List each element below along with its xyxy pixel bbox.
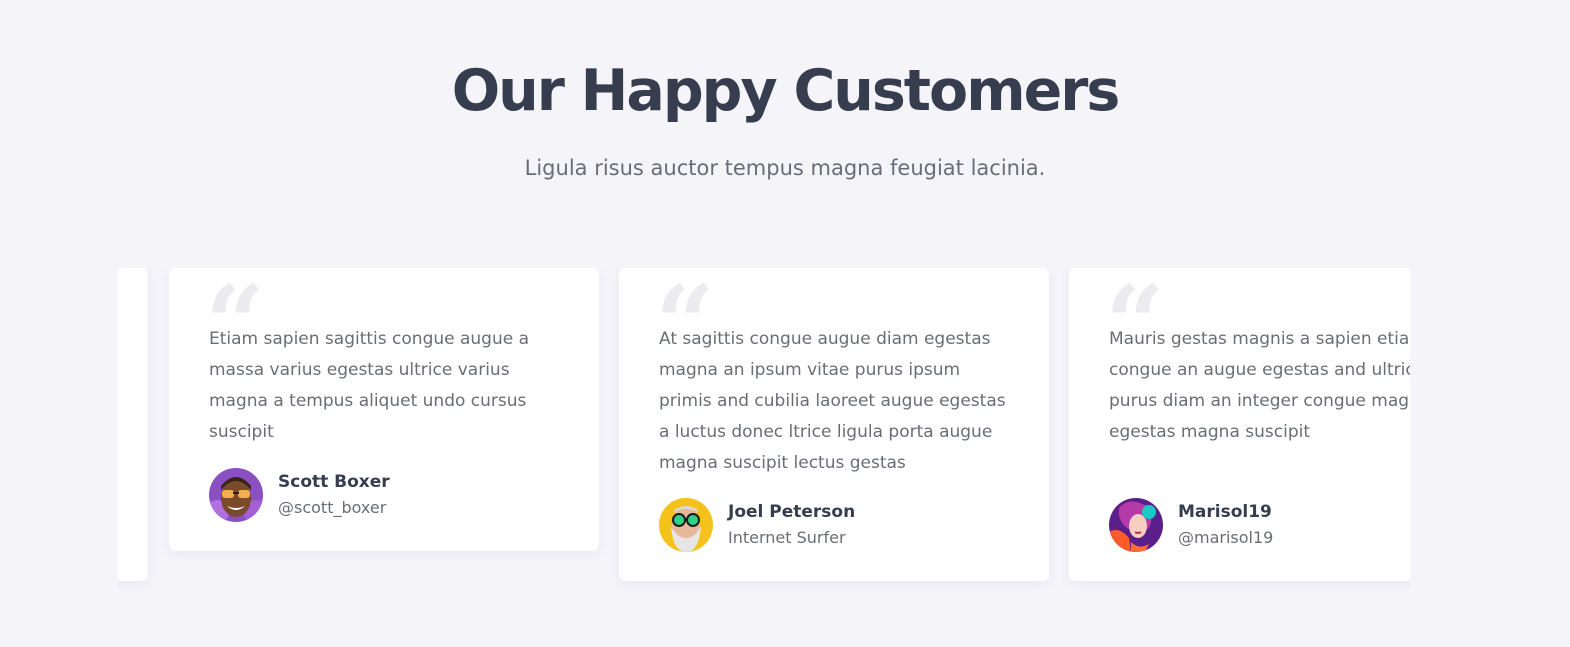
- author-handle: @marisol19: [1178, 528, 1274, 547]
- section-subtitle: Ligula risus auctor tempus magna feugiat…: [524, 156, 1046, 180]
- testimonial-author: Scott Boxer @scott_boxer: [209, 468, 390, 522]
- author-name: Marisol19: [1178, 502, 1272, 522]
- avatar-bearded-man-icon: [659, 498, 713, 552]
- avatar-man-sunglasses-icon: [209, 468, 263, 522]
- author-name: Scott Boxer: [278, 472, 390, 492]
- avatar-woman-headphones-icon: [1109, 498, 1163, 552]
- testimonial-card: “ Etiam sapien sagittis congue augue a m…: [169, 268, 599, 551]
- testimonial-card-partial: [118, 268, 148, 581]
- author-meta: Scott Boxer @scott_boxer: [278, 470, 390, 520]
- testimonial-text: At sagittis congue augue diam egestas ma…: [659, 329, 1006, 473]
- author-meta: Joel Peterson Internet Surfer: [728, 500, 855, 550]
- section-title: Our Happy Customers: [451, 58, 1121, 124]
- testimonials-section: Our Happy Customers Ligula risus auctor …: [0, 0, 1570, 647]
- testimonial-card: “ Mauris gestas magnis a sapien etiam sa…: [1069, 268, 1410, 581]
- author-name: Joel Peterson: [728, 502, 856, 522]
- testimonial-author: Marisol19 @marisol19: [1109, 498, 1273, 552]
- testimonials-carousel[interactable]: “ Etiam sapien sagittis congue augue a m…: [118, 268, 1410, 598]
- testimonial-author: Joel Peterson Internet Surfer: [659, 498, 855, 552]
- testimonial-text: Etiam sapien sagittis congue augue a mas…: [209, 329, 530, 442]
- author-handle: @scott_boxer: [278, 498, 387, 517]
- author-meta: Marisol19 @marisol19: [1178, 500, 1273, 550]
- testimonial-text: Mauris gestas magnis a sapien etiam sapi…: [1109, 329, 1410, 442]
- author-handle: Internet Surfer: [728, 528, 846, 547]
- testimonial-card: “ At sagittis congue augue diam egestas …: [619, 268, 1049, 581]
